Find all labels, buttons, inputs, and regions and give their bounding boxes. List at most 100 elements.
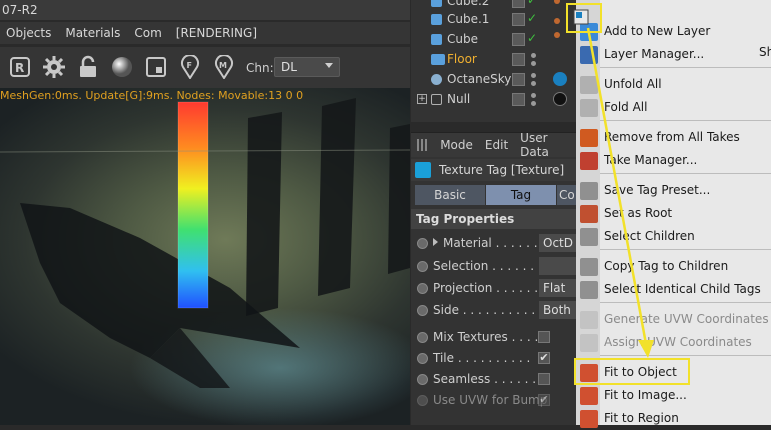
menu-materials[interactable]: Materials — [65, 26, 120, 40]
tab-basic[interactable]: Basic — [415, 185, 485, 205]
property-label: Tile . . . . . . . . . . — [433, 351, 531, 365]
use-uvw-bump-checkbox: ✔ — [538, 393, 550, 406]
tile-checkbox[interactable]: ✔ — [538, 352, 550, 364]
render-region-icon[interactable]: R — [8, 55, 32, 79]
property-label: Seamless . . . . . . . — [433, 372, 544, 386]
material-pin-icon[interactable]: M — [212, 55, 236, 79]
object-name: Null — [447, 92, 471, 106]
tag-icon[interactable] — [512, 73, 525, 86]
channel-label: Chn: — [246, 61, 274, 75]
animate-radio[interactable] — [417, 374, 428, 385]
property-label: Mix Textures . . . . . — [433, 330, 546, 344]
attribute-menubar: Mode Edit User Data — [411, 131, 576, 159]
frame-icon[interactable] — [144, 55, 168, 79]
gear-icon[interactable] — [42, 55, 66, 79]
tag-icon[interactable] — [512, 0, 525, 8]
property-selection: Selection . . . . . . . — [411, 256, 576, 277]
channel-select[interactable]: DL — [274, 57, 340, 77]
object-row-null[interactable]: + Null — [411, 90, 576, 110]
menu-item-fit-to-region[interactable]: Fit to Region — [576, 407, 771, 430]
tag-icon[interactable] — [512, 93, 525, 106]
attribute-tabs: Basic Tag Co — [411, 185, 576, 205]
animate-radio[interactable] — [417, 332, 428, 343]
menu-objects[interactable]: Objects — [6, 26, 51, 40]
rendering-status: [RENDERING] — [175, 26, 258, 40]
check-icon[interactable]: ✓ — [527, 31, 537, 45]
svg-text:M: M — [219, 61, 227, 70]
animate-radio[interactable] — [417, 353, 428, 364]
expand-icon[interactable]: + — [417, 94, 427, 104]
object-name: Cube — [447, 32, 478, 46]
fit-region-icon — [580, 410, 598, 428]
property-projection: Projection . . . . . . Flat — [411, 278, 576, 299]
property-material: Material . . . . . . . OctD — [411, 233, 576, 254]
tag-icon[interactable] — [512, 53, 525, 66]
animate-radio[interactable] — [417, 261, 428, 272]
menu-mode[interactable]: Mode — [440, 138, 473, 152]
seamless-checkbox[interactable] — [538, 373, 550, 385]
menu-item-label: Fit to Image... — [604, 388, 687, 402]
sphere-material-icon[interactable] — [110, 55, 134, 79]
property-label: Projection . . . . . . — [433, 281, 539, 295]
texture-tag-icon — [415, 162, 431, 178]
svg-text:F: F — [187, 61, 192, 70]
render-dot-icon[interactable] — [531, 101, 536, 106]
animate-radio[interactable] — [417, 238, 428, 249]
check-icon[interactable]: ✓ — [527, 11, 537, 25]
property-label: Material . . . . . . . — [443, 236, 546, 250]
object-row-cube-1[interactable]: Cube.1 ✓ — [411, 10, 576, 30]
animate-radio[interactable] — [417, 305, 428, 316]
object-manager: Cube.2 ✓ Cube.1 ✓ Cube ✓ Floor OctaneSky… — [411, 0, 576, 122]
chevron-down-icon — [325, 63, 333, 68]
visibility-dot-icon[interactable] — [531, 53, 536, 58]
property-seamless: Seamless . . . . . . . — [411, 369, 576, 390]
tag-icon[interactable] — [512, 13, 525, 26]
channel-value: DL — [281, 60, 297, 74]
property-label: Selection . . . . . . . — [433, 259, 542, 273]
section-title: Tag Properties — [411, 209, 576, 229]
animate-radio — [417, 395, 428, 406]
property-mix-textures: Mix Textures . . . . . — [411, 327, 576, 348]
mix-textures-checkbox[interactable] — [538, 331, 550, 343]
menu-com[interactable]: Com — [134, 26, 161, 40]
visibility-dot-icon[interactable] — [531, 73, 536, 78]
viewport-toolbar: R F M Chn: DL — [0, 46, 410, 88]
floor-icon — [431, 54, 445, 65]
object-title: Texture Tag [Texture] — [439, 163, 565, 177]
render-dot-icon[interactable] — [531, 81, 536, 86]
menu-item-fit-to-image[interactable]: Fit to Image... — [576, 384, 771, 407]
menu-item-label: Fit to Region — [604, 411, 679, 425]
fit-image-icon — [580, 387, 598, 405]
property-label: Use UVW for Bump — [433, 393, 548, 407]
render-stats: MeshGen:0ms. Update[G]:9ms. Nodes: Movab… — [0, 89, 304, 102]
property-label: Side . . . . . . . . . . — [433, 303, 536, 317]
object-row-floor[interactable]: Floor — [411, 50, 576, 70]
lock-icon[interactable] — [76, 55, 100, 79]
focus-pin-icon[interactable]: F — [178, 55, 202, 79]
attribute-manager: Mode Edit User Data Texture Tag [Texture… — [411, 131, 576, 425]
expand-arrow-icon[interactable] — [433, 238, 438, 246]
object-name: Cube.1 — [447, 12, 490, 26]
tab-tag[interactable]: Tag — [486, 185, 556, 205]
object-row-cube[interactable]: Cube ✓ — [411, 30, 576, 50]
render-view[interactable] — [0, 88, 410, 425]
object-name: Floor — [447, 52, 477, 66]
property-use-uvw-bump: Use UVW for Bump ✔ — [411, 390, 576, 411]
cube-icon — [431, 34, 442, 45]
grip-icon[interactable] — [417, 139, 429, 151]
svg-text:R: R — [15, 61, 24, 75]
render-dot-icon[interactable] — [531, 61, 536, 66]
check-icon[interactable]: ✓ — [527, 0, 537, 7]
visibility-dot-icon[interactable] — [531, 93, 536, 98]
property-side: Side . . . . . . . . . . Both — [411, 300, 576, 321]
animate-radio[interactable] — [417, 283, 428, 294]
property-tile: Tile . . . . . . . . . . ✔ — [411, 348, 576, 369]
viewport-title: 07-R2 — [0, 0, 410, 20]
annotation-arrow — [573, 9, 654, 358]
viewport-menubar: Objects Materials Com [RENDERING] — [0, 22, 410, 44]
render-image — [0, 98, 410, 425]
tag-icon[interactable] — [512, 33, 525, 46]
menu-edit[interactable]: Edit — [485, 138, 508, 152]
null-icon — [431, 94, 442, 105]
object-row-octanesky[interactable]: OctaneSky — [411, 70, 576, 90]
